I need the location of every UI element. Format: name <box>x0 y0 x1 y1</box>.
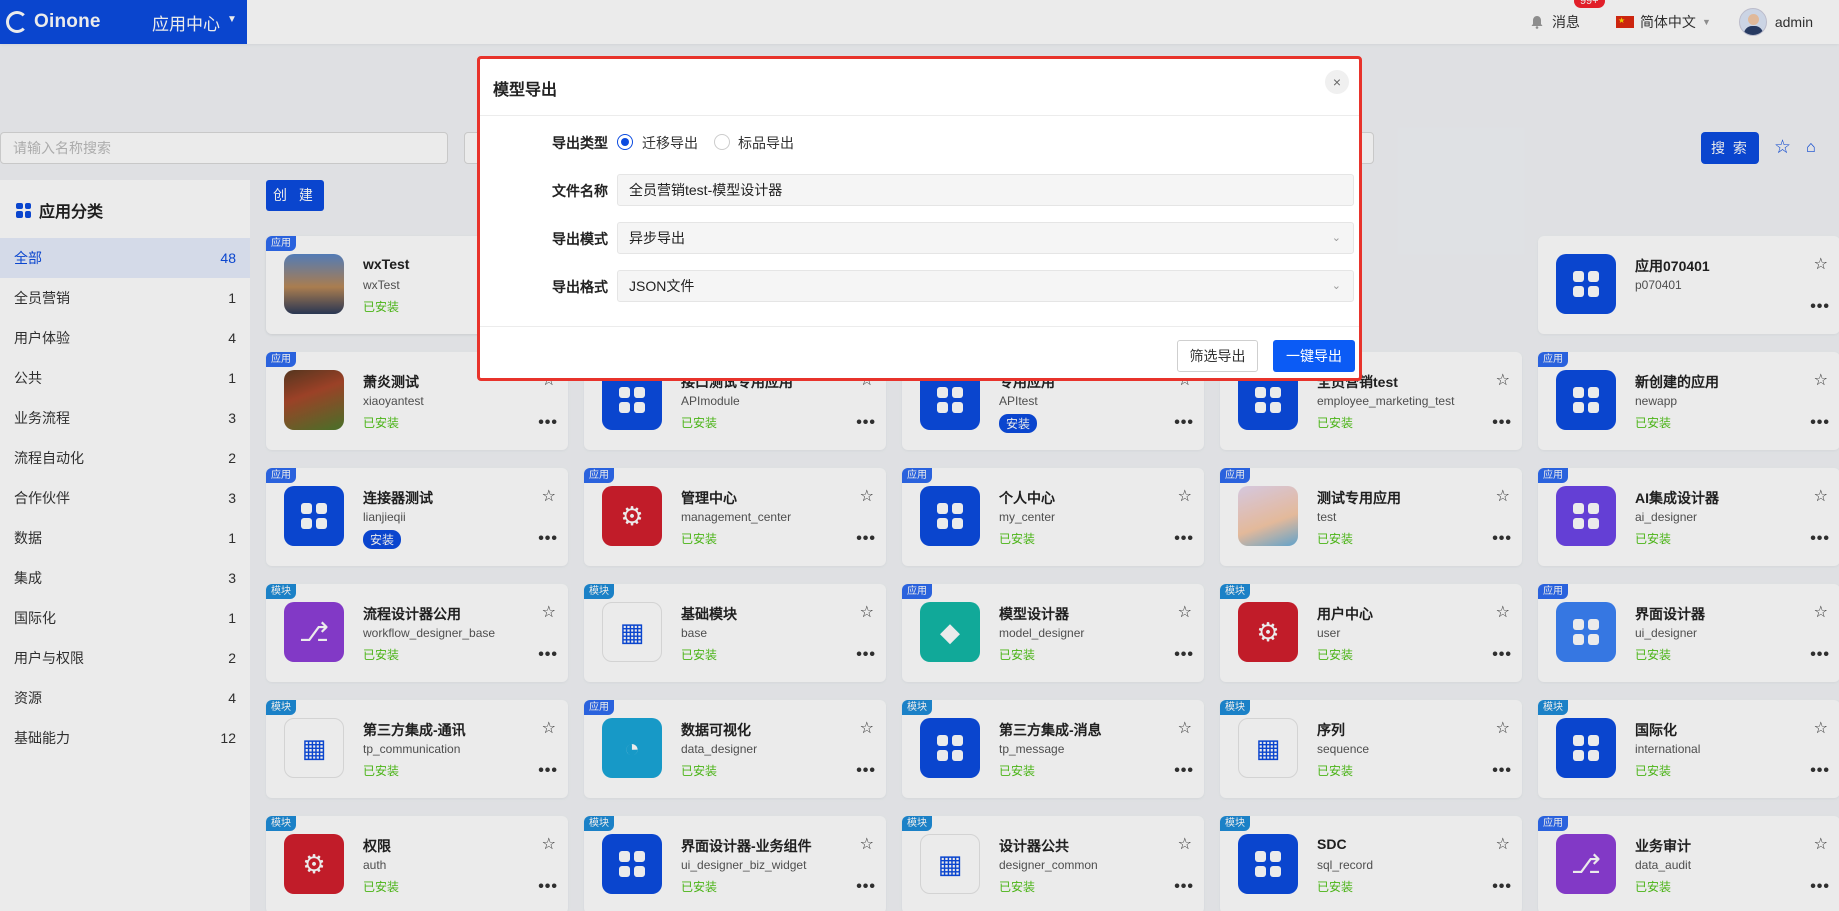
radio-standard-export-label[interactable]: 标品导出 <box>738 133 794 153</box>
export-mode-row: 导出模式 异步导出 ⌄ <box>480 222 1359 254</box>
export-mode-value: 异步导出 <box>629 230 685 246</box>
export-mode-select[interactable]: 异步导出 ⌄ <box>617 222 1354 254</box>
export-type-row: 导出类型 迁移导出 标品导出 <box>480 126 1359 158</box>
export-mode-label: 导出模式 <box>552 231 608 247</box>
dialog-title: 模型导出 <box>493 82 558 99</box>
one-click-export-button[interactable]: 一键导出 <box>1273 340 1355 372</box>
divider <box>480 115 1359 116</box>
export-format-row: 导出格式 JSON文件 ⌄ <box>480 270 1359 302</box>
export-format-value: JSON文件 <box>629 278 695 294</box>
radio-standard-export[interactable] <box>714 134 730 150</box>
close-icon[interactable]: × <box>1325 70 1349 94</box>
chevron-down-icon: ⌄ <box>1331 232 1341 244</box>
radio-migration-export-label[interactable]: 迁移导出 <box>642 133 698 153</box>
export-format-label: 导出格式 <box>552 279 608 295</box>
file-name-field[interactable]: 全员营销test-模型设计器 <box>617 174 1354 206</box>
divider <box>480 326 1359 327</box>
export-type-label: 导出类型 <box>552 135 608 151</box>
filter-export-button[interactable]: 筛选导出 <box>1177 340 1258 372</box>
file-name-label: 文件名称 <box>552 183 608 199</box>
export-format-select[interactable]: JSON文件 ⌄ <box>617 270 1354 302</box>
file-name-row: 文件名称 全员营销test-模型设计器 <box>480 174 1359 206</box>
chevron-down-icon: ⌄ <box>1331 280 1341 292</box>
radio-migration-export[interactable] <box>617 134 633 150</box>
model-export-dialog: 模型导出 × 导出类型 迁移导出 标品导出 文件名称 全员营销test-模型设计… <box>477 56 1362 381</box>
